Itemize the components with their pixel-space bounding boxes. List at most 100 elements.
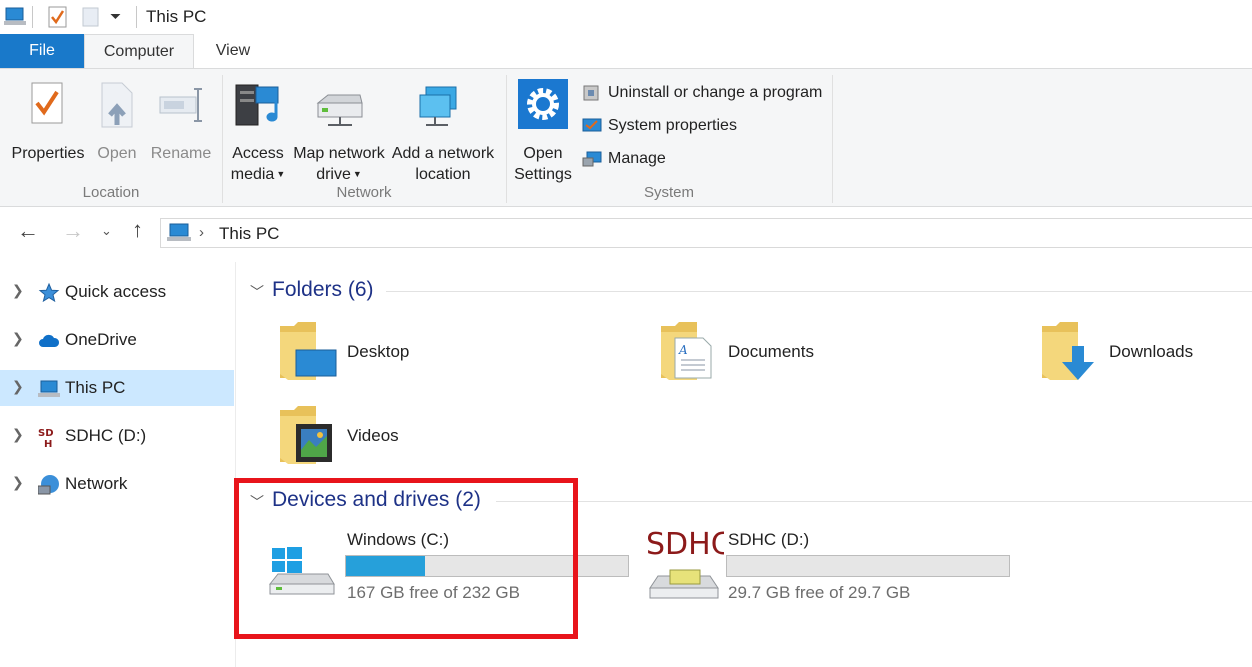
- properties-label: Properties: [11, 145, 85, 162]
- ribbon-separator: [832, 75, 833, 203]
- map-drive-label-line1: Map network: [293, 145, 385, 162]
- sdhc-card-icon: SD H: [38, 428, 54, 448]
- folder-desktop[interactable]: Desktop: [276, 318, 476, 384]
- computer-icon: [38, 380, 60, 397]
- tab-view[interactable]: View: [194, 34, 272, 68]
- folder-name: Documents: [728, 342, 814, 361]
- sidebar-item-network[interactable]: ❯ Network: [0, 466, 234, 502]
- drive-free-space: 29.7 GB free of 29.7 GB: [728, 583, 911, 602]
- add-network-location-label: Add a network location: [390, 143, 496, 185]
- access-media-label-line2: media ▼: [228, 164, 288, 185]
- open-settings-label-line2: Settings: [514, 166, 572, 183]
- open-settings-button[interactable]: Open Settings: [512, 79, 574, 183]
- folder-name: Videos: [347, 426, 399, 445]
- sidebar-item-label: Quick access: [65, 282, 167, 301]
- expand-chevron-icon[interactable]: ❯: [12, 378, 24, 395]
- group-header-folders[interactable]: Folders (6): [272, 278, 374, 302]
- sidebar-item-label: OneDrive: [65, 330, 137, 349]
- sdhc-drive-icon: SDHC: [646, 527, 724, 599]
- rename-button[interactable]: Rename: [148, 79, 214, 162]
- tab-file[interactable]: File: [0, 34, 84, 68]
- manage-button[interactable]: Manage: [582, 148, 666, 170]
- drive-name: SDHC (D:): [728, 530, 810, 549]
- videos-folder-icon: [280, 406, 332, 464]
- navigation-bar: ← → ⌄ ↑ › This PC: [0, 207, 1252, 257]
- ribbon: Properties Open Rename Location Access m…: [0, 68, 1252, 207]
- title-bar: ⏷ This PC: [0, 0, 1252, 34]
- documents-folder-icon: A: [661, 322, 712, 380]
- expand-chevron-icon[interactable]: ❯: [12, 282, 24, 299]
- system-properties-icon: [582, 118, 602, 132]
- map-network-drive-button[interactable]: Map network drive ▼: [290, 79, 388, 183]
- breadcrumb-separator-icon[interactable]: ›: [199, 224, 204, 241]
- recent-locations-chevron-icon[interactable]: ⌄: [101, 223, 112, 239]
- add-location-label-line1: Add a network: [391, 145, 495, 162]
- new-folder-icon[interactable]: [82, 6, 100, 28]
- tab-computer[interactable]: Computer: [84, 34, 194, 68]
- manage-computer-icon: [582, 151, 602, 167]
- drive-sdhc-d[interactable]: SDHC SDHC (D:) 29.7 GB free of 29.7 GB: [644, 524, 1014, 612]
- folder-documents[interactable]: A Documents: [657, 318, 877, 384]
- network-location-icon: [419, 86, 457, 126]
- group-label-system: System: [643, 184, 694, 201]
- expand-chevron-icon[interactable]: ❯: [12, 426, 24, 443]
- rename-label: Rename: [150, 145, 212, 162]
- uninstall-program-label: Uninstall or change a program: [608, 84, 823, 101]
- ribbon-tabs: File Computer View: [0, 34, 1252, 68]
- access-media-label-text: media: [230, 166, 275, 183]
- expand-chevron-icon[interactable]: ❯: [12, 474, 24, 491]
- expand-chevron-icon[interactable]: ❯: [12, 330, 24, 347]
- svg-text:H: H: [44, 439, 52, 448]
- computer-icon[interactable]: [4, 7, 26, 27]
- qat-separator: [32, 6, 33, 28]
- svg-text:A: A: [678, 343, 688, 357]
- navigation-pane: ❯ Quick access ❯ OneDrive ❯ This PC ❯ SD…: [0, 262, 236, 667]
- uninstall-program-button[interactable]: Uninstall or change a program: [582, 82, 822, 104]
- folder-name: Downloads: [1109, 342, 1194, 361]
- folder-downloads[interactable]: Downloads: [1038, 318, 1250, 384]
- sdhc-logo-text: SDHC: [646, 527, 724, 562]
- folder-videos[interactable]: Videos: [276, 402, 476, 468]
- uninstall-program-icon: [583, 85, 599, 101]
- this-pc-icon: [167, 223, 191, 241]
- collapse-chevron-icon[interactable]: ﹀: [250, 282, 264, 302]
- window-title: This PC: [146, 7, 207, 26]
- dropdown-arrow-icon: ▼: [276, 169, 286, 180]
- up-arrow-icon[interactable]: ↑: [132, 217, 143, 243]
- system-properties-button[interactable]: System properties: [582, 115, 737, 137]
- network-drive-icon: [316, 94, 363, 126]
- system-properties-label: System properties: [608, 117, 737, 134]
- properties-button[interactable]: Properties: [8, 79, 88, 162]
- back-arrow-icon[interactable]: ←: [17, 218, 39, 244]
- address-bar[interactable]: › This PC: [160, 218, 1252, 248]
- sidebar-item-label: Network: [65, 474, 128, 493]
- settings-gear-icon: [518, 79, 568, 129]
- folder-name: Desktop: [347, 342, 410, 361]
- properties-checkmark-icon[interactable]: [48, 6, 68, 28]
- media-server-icon: [235, 84, 279, 126]
- open-icon: [101, 82, 133, 128]
- group-label-network: Network: [336, 184, 392, 201]
- open-button[interactable]: Open: [92, 79, 142, 162]
- map-drive-label-line2: drive ▼: [290, 164, 388, 185]
- access-media-button[interactable]: Access media ▼: [228, 79, 288, 183]
- drive-usage-bar: [726, 555, 1010, 577]
- sidebar-item-this-pc[interactable]: ❯ This PC: [0, 370, 234, 406]
- breadcrumb-this-pc[interactable]: This PC: [219, 224, 279, 244]
- downloads-folder-icon: [1042, 322, 1094, 380]
- dropdown-arrow-icon: ▼: [352, 169, 362, 180]
- sidebar-item-sdhc[interactable]: ❯ SD H SDHC (D:): [0, 418, 234, 454]
- open-label: Open: [97, 145, 137, 162]
- sidebar-item-label: This PC: [65, 378, 126, 397]
- desktop-folder-icon: [280, 322, 337, 380]
- forward-arrow-icon[interactable]: →: [62, 218, 84, 244]
- sidebar-item-onedrive[interactable]: ❯ OneDrive: [0, 322, 234, 358]
- qat-separator: [136, 6, 137, 28]
- qat-dropdown-icon[interactable]: ⏷: [110, 8, 121, 25]
- add-network-location-button[interactable]: Add a network location: [390, 79, 496, 183]
- sidebar-item-quick-access[interactable]: ❯ Quick access: [0, 274, 234, 310]
- open-settings-label: Open Settings: [512, 143, 574, 185]
- network-icon: [38, 475, 59, 495]
- sidebar-item-label: SDHC (D:): [65, 426, 147, 445]
- access-media-label: Access media ▼: [228, 143, 288, 185]
